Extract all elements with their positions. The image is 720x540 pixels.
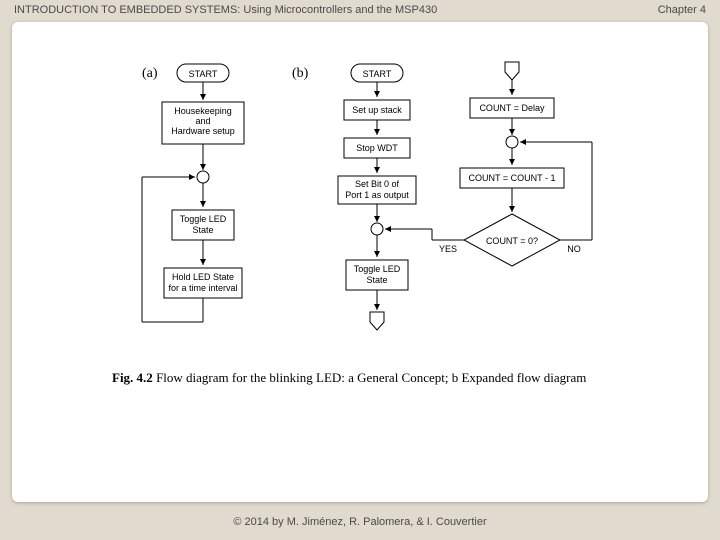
a-toggle1: Toggle LED: [180, 214, 227, 224]
b-setbit1: Set Bit 0 of: [355, 179, 400, 189]
a-start: START: [189, 69, 218, 79]
b-offpage-up: [505, 62, 519, 80]
a-hold1: Hold LED State: [172, 272, 234, 282]
a-hk2: and: [195, 116, 210, 126]
b-offpage-down: [370, 312, 384, 330]
book-title: INTRODUCTION TO EMBEDDED SYSTEMS: Using …: [14, 4, 437, 16]
a-hk1: Housekeeping: [174, 106, 232, 116]
b-no: NO: [567, 244, 581, 254]
b-start: START: [363, 69, 392, 79]
b-connector-main: [371, 223, 383, 235]
page-footer: © 2014 by M. Jiménez, R. Palomera, & I. …: [0, 516, 720, 528]
b-toggle2: State: [366, 275, 387, 285]
a-hold2: for a time interval: [168, 283, 237, 293]
copyright: © 2014 by M. Jiménez, R. Palomera, & I. …: [233, 516, 486, 528]
a-toggle2: State: [192, 225, 213, 235]
b-decision-text: COUNT = 0?: [486, 236, 538, 246]
b-count-delay: COUNT = Delay: [479, 103, 545, 113]
b-toggle1: Toggle LED: [354, 264, 401, 274]
page-header: INTRODUCTION TO EMBEDDED SYSTEMS: Using …: [14, 4, 706, 16]
b-setbit2: Port 1 as output: [345, 190, 409, 200]
a-connector: [197, 171, 209, 183]
label-b: (b): [292, 66, 309, 81]
b-wdt: Stop WDT: [356, 143, 398, 153]
b-count-dec: COUNT = COUNT - 1: [469, 173, 556, 183]
figure-caption: Fig. 4.2 Flow diagram for the blinking L…: [112, 370, 586, 385]
slide-page: (a) (b) START Housekeeping and Hardware …: [12, 22, 708, 502]
diagram-a: START Housekeeping and Hardware setup To…: [142, 64, 244, 322]
b-yes: YES: [439, 244, 457, 254]
chapter-label: Chapter 4: [658, 4, 706, 16]
a-hk3: Hardware setup: [171, 126, 235, 136]
caption-prefix: Fig. 4.2: [112, 370, 153, 385]
diagram-b: START Set up stack Stop WDT Set Bit 0 of…: [338, 62, 592, 330]
flowchart-svg: (a) (b) START Housekeeping and Hardware …: [12, 22, 708, 502]
b-connector-delay: [506, 136, 518, 148]
b-stack: Set up stack: [352, 105, 402, 115]
label-a: (a): [142, 66, 158, 81]
caption-body: Flow diagram for the blinking LED: a Gen…: [153, 370, 587, 385]
